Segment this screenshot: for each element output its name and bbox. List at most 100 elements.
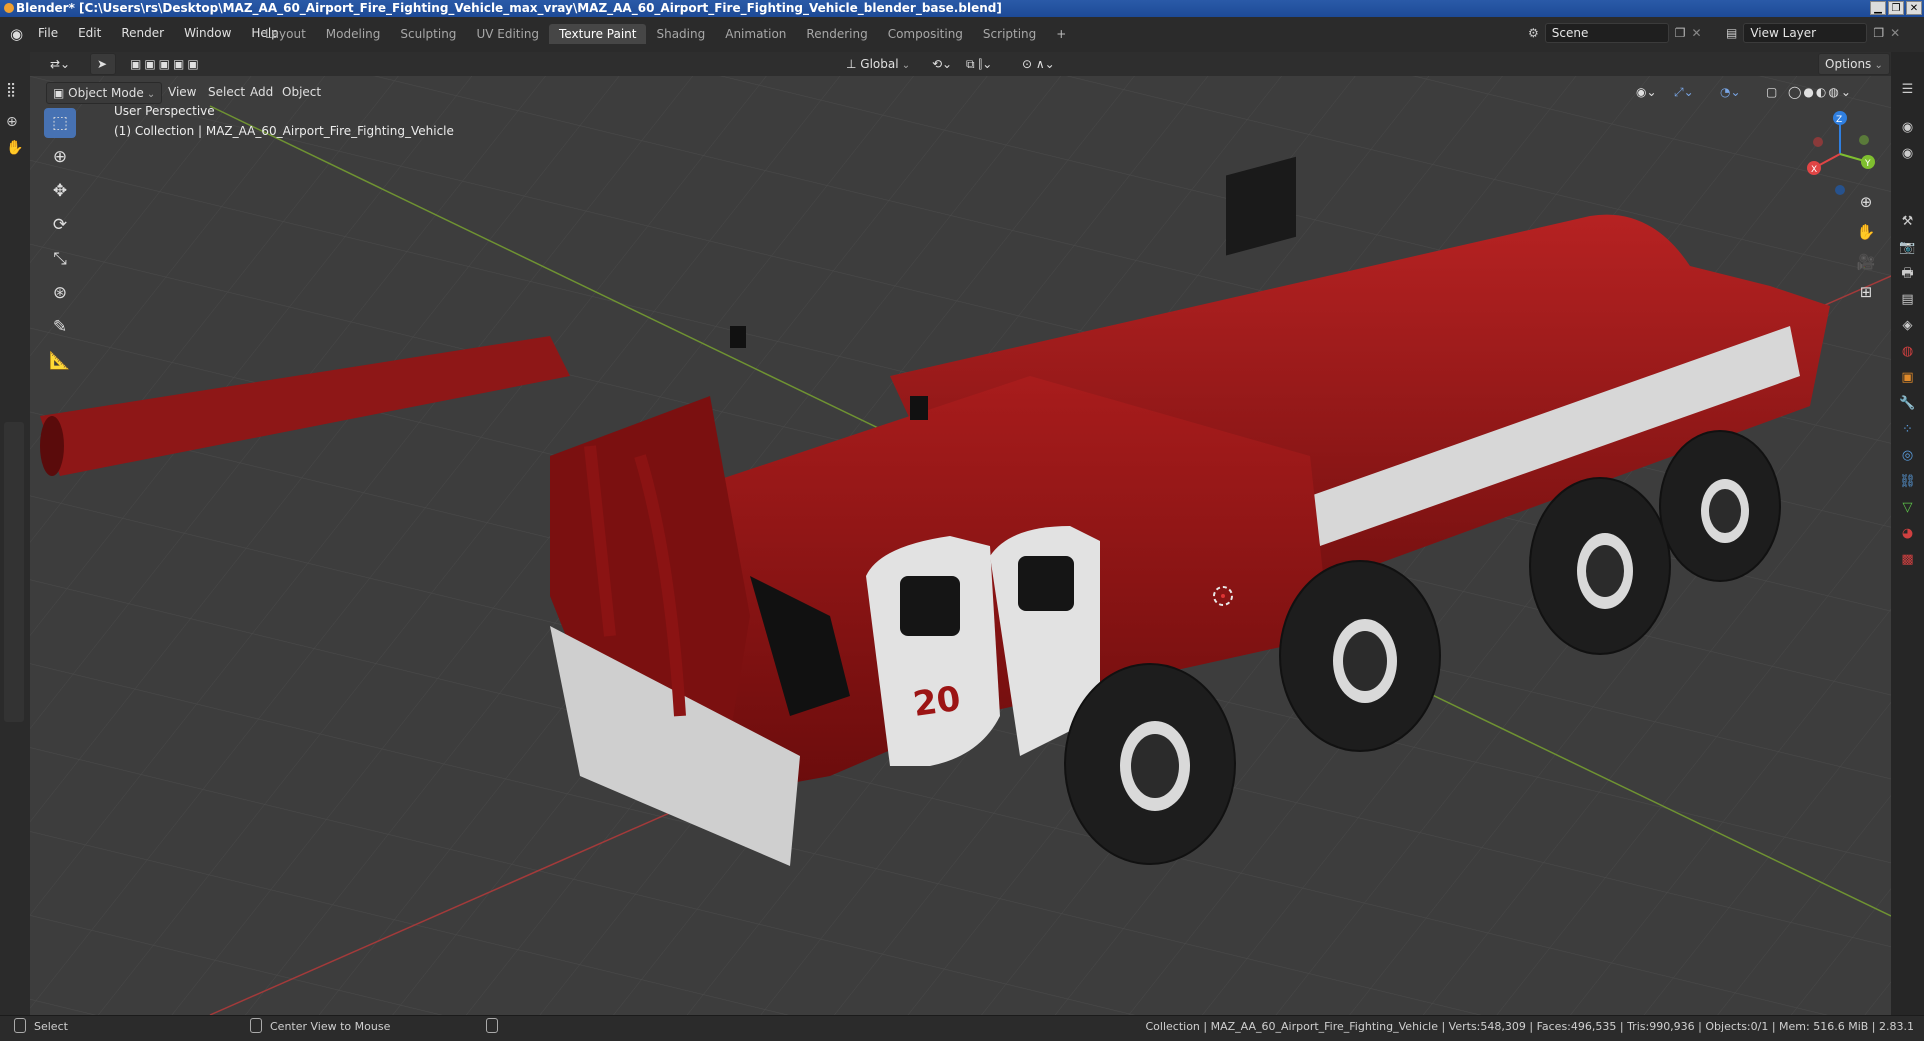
new-view-layer-icon[interactable]: ❐ [1873, 26, 1884, 40]
render-props-icon[interactable]: 📷 [1895, 236, 1921, 260]
tab-scripting[interactable]: Scripting [973, 24, 1046, 44]
add-menu[interactable]: Add [244, 82, 279, 102]
tab-modeling[interactable]: Modeling [316, 24, 391, 44]
gizmo-toggle-icon[interactable]: ⤢⌄ [1668, 82, 1700, 102]
gizmo-y-label: Y [1864, 159, 1871, 169]
view-perspective-label: User Perspective [114, 104, 215, 118]
transform-orientation-dropdown[interactable]: ⊥ Global [840, 54, 916, 74]
pan-view-icon[interactable]: ✋ [1853, 220, 1879, 244]
menu-edit[interactable]: Edit [68, 24, 111, 42]
mode-dropdown[interactable]: ▣ Object Mode [46, 82, 163, 104]
remove-scene-icon[interactable]: ✕ [1692, 26, 1702, 40]
eye-icon[interactable]: ◉ [1895, 116, 1921, 140]
data-props-icon[interactable]: ▽ [1895, 496, 1921, 520]
menu-window[interactable]: Window [174, 24, 241, 42]
gizmo-x-label: X [1811, 165, 1817, 175]
3d-viewport[interactable]: 20 User Perspective (1) Collection | MAZ… [30, 76, 1891, 1015]
door-window-1 [900, 576, 960, 636]
left-region: ⣿ ⊕ ✋ [0, 52, 30, 1015]
eye-icon-2[interactable]: ◉ [1895, 142, 1921, 166]
cursor-tool-icon[interactable]: ⊕ [44, 142, 76, 172]
select-box-tool-icon[interactable]: ➤ [90, 53, 116, 75]
shading-mode-icons[interactable]: ◯●◐◍⌄ [1782, 82, 1859, 102]
tool-props-icon[interactable]: ⚒ [1895, 210, 1921, 234]
texture-props-icon[interactable]: ▩ [1895, 548, 1921, 572]
properties-tabs: ☰ ◉ ◉ ⚒ 📷 🖶 ▤ ◈ ◍ ▣ 🔧 ⁘ ◎ ⛓ ▽ ◕ ▩ [1891, 52, 1924, 1015]
view-layer-field[interactable]: View Layer [1743, 23, 1868, 43]
collection-label: (1) Collection | MAZ_AA_60_Airport_Fire_… [114, 124, 454, 138]
window-title-bar: Blender* [C:\Users\rs\Desktop\MAZ_AA_60_… [0, 0, 1924, 17]
proportional-editing-icon[interactable]: ⊙ ∧⌄ [1016, 54, 1061, 74]
add-workspace-button[interactable]: + [1046, 24, 1076, 44]
main-menu: File Edit Render Window Help [28, 24, 289, 42]
selection-mode-icons[interactable]: ▣▣▣▣▣ [124, 54, 208, 74]
view-menu[interactable]: View [162, 82, 202, 102]
tab-shading[interactable]: Shading [646, 24, 715, 44]
scene-icon[interactable]: ⚙ [1528, 26, 1539, 40]
menu-render[interactable]: Render [111, 24, 174, 42]
unit-number: 20 [911, 679, 963, 725]
object-props-icon[interactable]: ▣ [1895, 366, 1921, 390]
tab-texture-paint[interactable]: Texture Paint [549, 24, 647, 44]
tool-shelf: ⬚ ⊕ ✥ ⟳ ⤡ ⊛ ✎ 📐 [44, 104, 84, 380]
select-tool-icon[interactable]: ⬚ [44, 108, 76, 138]
workspace-tabs: Layout Modeling Sculpting UV Editing Tex… [255, 24, 1076, 44]
status-select: Select [14, 1016, 68, 1038]
scene-props-icon[interactable]: ◈ [1895, 314, 1921, 338]
pivot-point-icon[interactable]: ⟲⌄ [926, 54, 958, 74]
material-props-icon[interactable]: ◕ [1895, 522, 1921, 546]
zoom-icon[interactable]: ⊕ [6, 114, 18, 130]
scene-field[interactable]: Scene [1544, 23, 1669, 43]
rotate-tool-icon[interactable]: ⟳ [44, 210, 76, 240]
modifier-props-icon[interactable]: 🔧 [1895, 392, 1921, 416]
transform-tool-icon[interactable]: ⊛ [44, 278, 76, 308]
transform-pivot-icon[interactable]: ⇄⌄ [44, 54, 76, 74]
top-bar: ◉ File Edit Render Window Help Layout Mo… [0, 17, 1924, 53]
tab-compositing[interactable]: Compositing [878, 24, 973, 44]
snap-icon[interactable]: ⧉ ⫿⌄ [960, 54, 998, 74]
grid-icon[interactable]: ⣿ [6, 82, 16, 98]
camera-view-icon[interactable]: 🎥 [1853, 250, 1879, 274]
side-scrollbar[interactable] [4, 422, 24, 722]
view-layer-props-icon[interactable]: ▤ [1895, 288, 1921, 312]
ortho-toggle-icon[interactable]: ⊞ [1853, 280, 1879, 304]
tab-rendering[interactable]: Rendering [796, 24, 877, 44]
overlay-toggle-icon[interactable]: ◔⌄ [1714, 82, 1747, 102]
navigation-gizmo[interactable]: Z X Y [1790, 104, 1890, 204]
physics-props-icon[interactable]: ◎ [1895, 444, 1921, 468]
zoom-view-icon[interactable]: ⊕ [1853, 190, 1879, 214]
tab-sculpting[interactable]: Sculpting [390, 24, 466, 44]
mode-label: Object Mode [68, 86, 144, 100]
door-window-2 [1018, 556, 1074, 611]
outliner-icon[interactable]: ☰ [1895, 78, 1921, 102]
output-props-icon[interactable]: 🖶 [1895, 262, 1921, 286]
tab-layout[interactable]: Layout [255, 24, 316, 44]
close-button[interactable]: ✕ [1906, 1, 1922, 15]
hand-icon[interactable]: ✋ [6, 140, 23, 156]
menu-file[interactable]: File [28, 24, 68, 42]
visibility-icon[interactable]: ◉⌄ [1630, 82, 1663, 102]
constraints-props-icon[interactable]: ⛓ [1895, 470, 1921, 494]
particles-props-icon[interactable]: ⁘ [1895, 418, 1921, 442]
status-center-view-label: Center View to Mouse [270, 1020, 391, 1033]
xray-icon[interactable]: ▢ [1760, 82, 1783, 102]
mouse-middle-icon [250, 1018, 262, 1033]
options-dropdown[interactable]: Options [1818, 53, 1890, 75]
new-scene-icon[interactable]: ❐ [1675, 26, 1686, 40]
annotate-tool-icon[interactable]: ✎ [44, 312, 76, 342]
object-menu[interactable]: Object [276, 82, 327, 102]
maximize-button[interactable]: ❐ [1888, 1, 1904, 15]
tab-uv-editing[interactable]: UV Editing [466, 24, 549, 44]
move-tool-icon[interactable]: ✥ [44, 176, 76, 206]
tab-animation[interactable]: Animation [715, 24, 796, 44]
status-center-view: Center View to Mouse [250, 1016, 390, 1038]
mouse-left-icon [14, 1018, 26, 1033]
world-props-icon[interactable]: ◍ [1895, 340, 1921, 364]
status-bar: Select Center View to Mouse Collection |… [0, 1015, 1924, 1041]
scale-tool-icon[interactable]: ⤡ [44, 244, 76, 274]
minimize-button[interactable]: ▁ [1870, 1, 1886, 15]
blender-menu-icon[interactable]: ◉ [10, 25, 28, 43]
view-layer-icon[interactable]: ▤ [1726, 26, 1737, 40]
measure-tool-icon[interactable]: 📐 [44, 346, 76, 376]
remove-view-layer-icon[interactable]: ✕ [1890, 26, 1900, 40]
